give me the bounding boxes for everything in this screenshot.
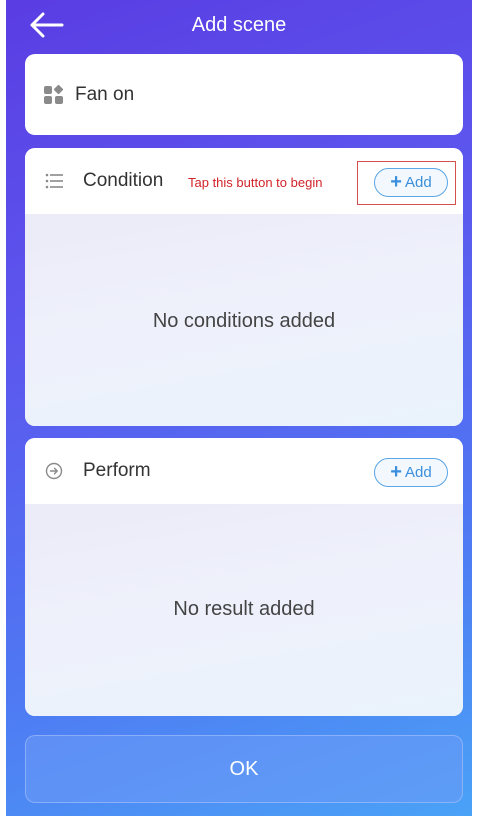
condition-card: Condition Tap this button to begin + Add … (25, 148, 463, 426)
ok-button[interactable]: OK (25, 735, 463, 803)
perform-header: Perform + Add (25, 438, 463, 504)
add-condition-label: Add (404, 174, 432, 191)
add-perform-button[interactable]: + Add (374, 458, 448, 487)
add-scene-screen: Add scene Fan on Condition Tap this butt… (6, 0, 472, 816)
perform-empty-text: No result added (173, 598, 315, 620)
plus-icon: + (390, 461, 402, 483)
scene-name-card[interactable]: Fan on (25, 54, 463, 135)
header: Add scene (6, 0, 472, 50)
condition-hint-text: Tap this button to begin (188, 175, 323, 190)
page-title: Add scene (191, 14, 287, 36)
perform-card: Perform + Add No result added (25, 438, 463, 716)
add-condition-button[interactable]: + Add (374, 168, 448, 197)
add-perform-label: Add (404, 464, 432, 481)
perform-title: Perform (83, 460, 151, 481)
condition-list-area: No conditions added (25, 214, 463, 426)
scene-name-text: Fan on (75, 84, 135, 105)
condition-header: Condition Tap this button to begin + Add (25, 148, 463, 214)
list-icon (45, 173, 63, 189)
perform-list-area: No result added (25, 504, 463, 716)
scene-grid-icon (44, 85, 64, 104)
arrow-right-circle-icon (45, 462, 63, 480)
plus-icon: + (390, 171, 402, 193)
condition-title: Condition (83, 170, 164, 191)
condition-empty-text: No conditions added (152, 310, 336, 332)
